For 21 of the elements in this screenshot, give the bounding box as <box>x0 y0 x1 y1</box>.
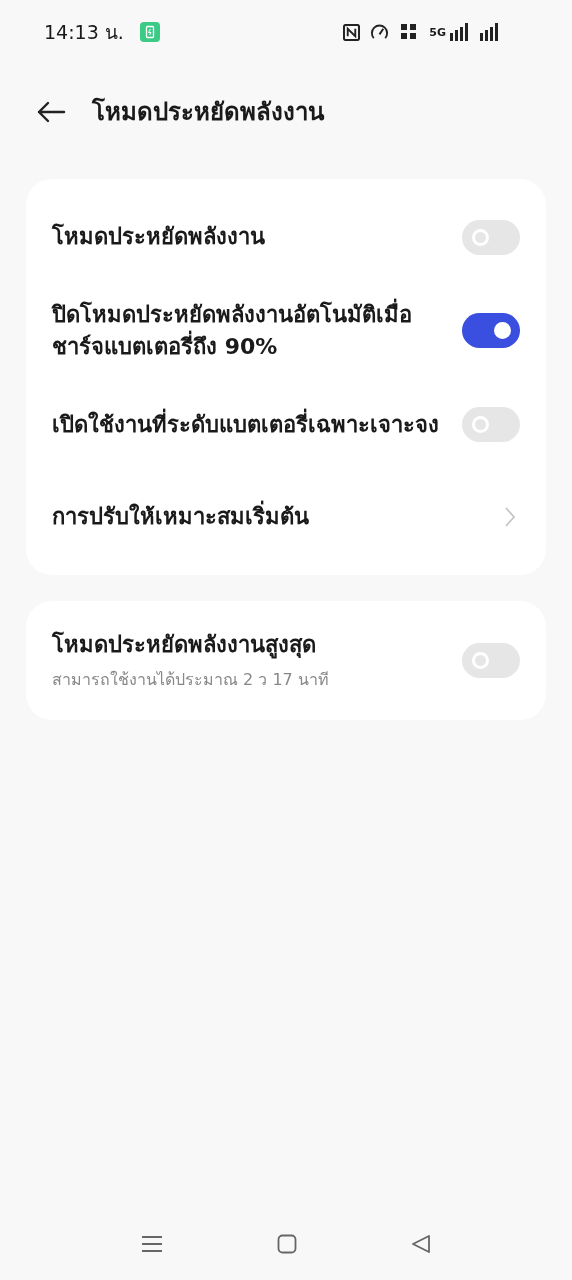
back-arrow-icon[interactable] <box>36 99 66 124</box>
home-square-icon[interactable] <box>277 1234 297 1254</box>
back-triangle-icon[interactable] <box>411 1234 431 1254</box>
setting-label: โหมดประหยัดพลังงานสูงสุด <box>52 630 317 661</box>
battery-icon <box>139 22 160 42</box>
toggle-switch[interactable] <box>462 642 520 678</box>
setting-description: สามารถใช้งานได้ประมาณ 2 ว 17 นาที <box>52 668 329 691</box>
setting-label: การปรับให้เหมาะสมเริ่มต้น <box>52 500 309 533</box>
network-type: 5G <box>429 25 446 39</box>
signal-icon <box>480 23 500 41</box>
nfc-icon <box>343 23 361 41</box>
status-time: 14:13 น. <box>44 20 124 45</box>
toggle-switch[interactable] <box>462 313 520 349</box>
setting-label: เปิดใช้งานที่ระดับแบตเตอรี่เฉพาะเจาะจง <box>52 408 439 441</box>
setting-label: โหมดประหยัดพลังงาน <box>52 222 265 252</box>
toggle-switch[interactable] <box>462 219 520 255</box>
toggle-switch[interactable] <box>462 407 520 443</box>
signal-icon <box>450 23 470 41</box>
setting-label: ปิดโหมดประหยัดพลังงานอัตโนมัติเมื่อชาร์จแบตเตอรี่ถึง 90% <box>52 299 442 363</box>
menu-icon[interactable] <box>141 1234 163 1254</box>
page-title: โหมดประหยัดพลังงาน <box>92 96 324 128</box>
